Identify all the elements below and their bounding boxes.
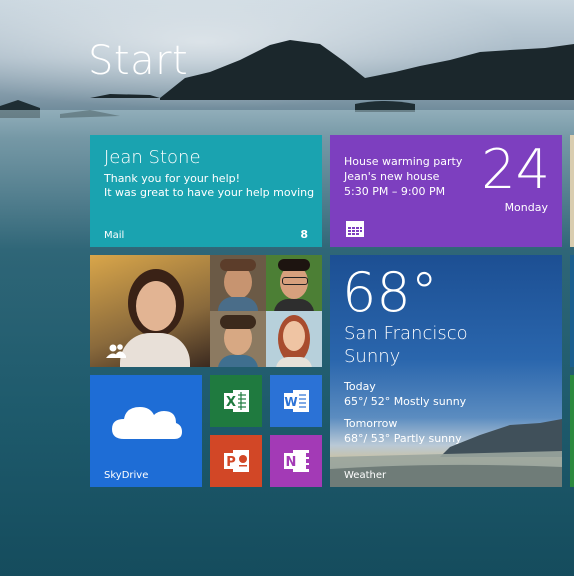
powerpoint-tile[interactable]: P: [210, 435, 262, 487]
mail-unread-count: 8: [300, 228, 308, 241]
people-photo-5: [266, 311, 322, 367]
people-icon: [106, 344, 126, 358]
excel-tile[interactable]: X: [210, 375, 262, 427]
excel-letter: X: [226, 395, 236, 410]
onenote-tile[interactable]: N: [270, 435, 322, 487]
next-tile-edge-3[interactable]: [570, 375, 574, 487]
word-letter: W: [284, 395, 297, 409]
people-photo-2: [210, 255, 266, 311]
weather-label: Weather: [344, 470, 387, 481]
mail-preview: It was great to have your help moving: [104, 186, 315, 199]
word-tile[interactable]: W: [270, 375, 322, 427]
mail-tile[interactable]: Jean Stone Thank you for your help! It w…: [90, 135, 322, 247]
onenote-letter: N: [286, 455, 297, 470]
word-icon: W: [284, 390, 309, 412]
weather-temperature: 68°: [342, 261, 438, 324]
mail-subject: Thank you for your help!: [104, 172, 241, 185]
people-photo-3: [266, 255, 322, 311]
calendar-day-number: 24: [481, 138, 550, 201]
excel-icon: X: [224, 390, 249, 412]
onenote-icon: N: [284, 450, 309, 472]
mail-label: Mail: [104, 230, 125, 241]
calendar-event-title: House warming party: [344, 155, 463, 168]
weather-city: San Francisco: [344, 323, 468, 344]
calendar-icon: [346, 221, 364, 237]
mail-sender: Jean Stone: [104, 147, 201, 168]
cloud-icon: [112, 407, 182, 439]
weather-tomorrow-forecast: 68°/ 53° Partly sunny: [344, 432, 462, 445]
calendar-event-time: 5:30 PM – 9:00 PM: [344, 185, 446, 198]
skydrive-tile[interactable]: SkyDrive: [90, 375, 202, 487]
next-tile-edge-2[interactable]: [570, 255, 574, 367]
calendar-weekday: Monday: [504, 201, 548, 214]
weather-condition: Sunny: [344, 346, 401, 367]
weather-tile[interactable]: 68° San Francisco Sunny Today 65°/ 52° M…: [330, 255, 562, 487]
weather-today-label: Today: [344, 380, 376, 393]
start-title: Start: [88, 38, 189, 84]
weather-today-forecast: 65°/ 52° Mostly sunny: [344, 395, 467, 408]
calendar-tile[interactable]: House warming party Jean's new house 5:3…: [330, 135, 562, 247]
calendar-event-location: Jean's new house: [344, 170, 440, 183]
people-photo-4: [210, 311, 266, 367]
weather-tomorrow-label: Tomorrow: [344, 417, 398, 430]
people-tile[interactable]: [90, 255, 322, 367]
powerpoint-letter: P: [226, 455, 236, 470]
next-tile-edge-1[interactable]: [570, 135, 574, 247]
skydrive-label: SkyDrive: [104, 470, 149, 481]
powerpoint-icon: P: [224, 450, 249, 472]
